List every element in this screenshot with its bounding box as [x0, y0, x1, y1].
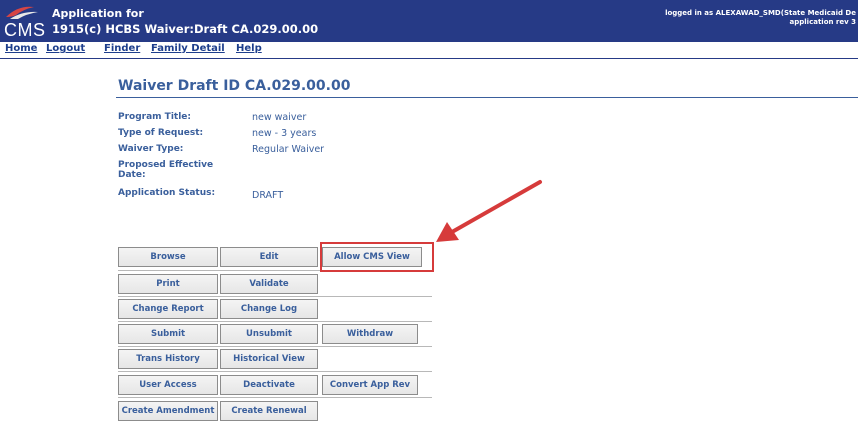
- waiver-type-label: Waiver Type:: [118, 144, 184, 154]
- page-title: Waiver Draft ID CA.029.00.00: [118, 78, 351, 94]
- nav-link-family-detail[interactable]: Family Detail: [151, 43, 225, 54]
- nav-bar: Home Logout Finder Family Detail Help: [0, 42, 858, 59]
- change-log-button[interactable]: Change Log: [220, 299, 318, 319]
- effective-date-label: Proposed Effective Date:: [118, 160, 213, 180]
- status-value: DRAFT: [252, 190, 284, 201]
- create-amendment-button[interactable]: Create Amendment: [118, 401, 218, 421]
- row-divider: [118, 346, 432, 347]
- request-type-label: Type of Request:: [118, 128, 204, 138]
- deactivate-button[interactable]: Deactivate: [220, 375, 318, 395]
- change-report-button[interactable]: Change Report: [118, 299, 218, 319]
- app-revision: application rev 3: [789, 18, 856, 26]
- highlight-box: [320, 242, 434, 272]
- effective-date-label-line2: Date:: [118, 170, 146, 180]
- request-type-value: new - 3 years: [252, 128, 317, 139]
- nav-link-home[interactable]: Home: [5, 43, 37, 54]
- row-divider: [118, 371, 432, 372]
- submit-button[interactable]: Submit: [118, 324, 218, 344]
- effective-date-label-line1: Proposed Effective: [118, 160, 214, 170]
- app-title-line1: Application for: [52, 7, 144, 20]
- app-header: CMS Application for 1915(c) HCBS Waiver:…: [0, 0, 858, 42]
- waiver-type-value: Regular Waiver: [252, 144, 325, 155]
- program-title-label: Program Title:: [118, 112, 191, 122]
- unsubmit-button[interactable]: Unsubmit: [220, 324, 318, 344]
- status-label: Application Status:: [118, 188, 216, 198]
- row-divider: [118, 321, 432, 322]
- app-title-line2: 1915(c) HCBS Waiver:Draft CA.029.00.00: [52, 22, 319, 36]
- historical-view-button[interactable]: Historical View: [220, 349, 318, 369]
- login-info: logged in as ALEXAWAD_SMD(State Medicaid…: [665, 9, 856, 17]
- title-divider: [116, 97, 858, 98]
- row-divider: [118, 296, 432, 297]
- nav-link-logout[interactable]: Logout: [46, 43, 85, 54]
- cms-logo-text: CMS: [4, 20, 46, 40]
- browse-button[interactable]: Browse: [118, 247, 218, 267]
- trans-history-button[interactable]: Trans History: [118, 349, 218, 369]
- validate-button[interactable]: Validate: [220, 274, 318, 294]
- create-renewal-button[interactable]: Create Renewal: [220, 401, 318, 421]
- user-access-button[interactable]: User Access: [118, 375, 218, 395]
- convert-app-rev-button[interactable]: Convert App Rev: [322, 375, 418, 395]
- nav-link-finder[interactable]: Finder: [104, 43, 140, 54]
- program-title-value: new waiver: [252, 112, 307, 123]
- row-divider: [118, 397, 432, 398]
- print-button[interactable]: Print: [118, 274, 218, 294]
- nav-link-help[interactable]: Help: [236, 43, 262, 54]
- withdraw-button[interactable]: Withdraw: [322, 324, 418, 344]
- edit-button[interactable]: Edit: [220, 247, 318, 267]
